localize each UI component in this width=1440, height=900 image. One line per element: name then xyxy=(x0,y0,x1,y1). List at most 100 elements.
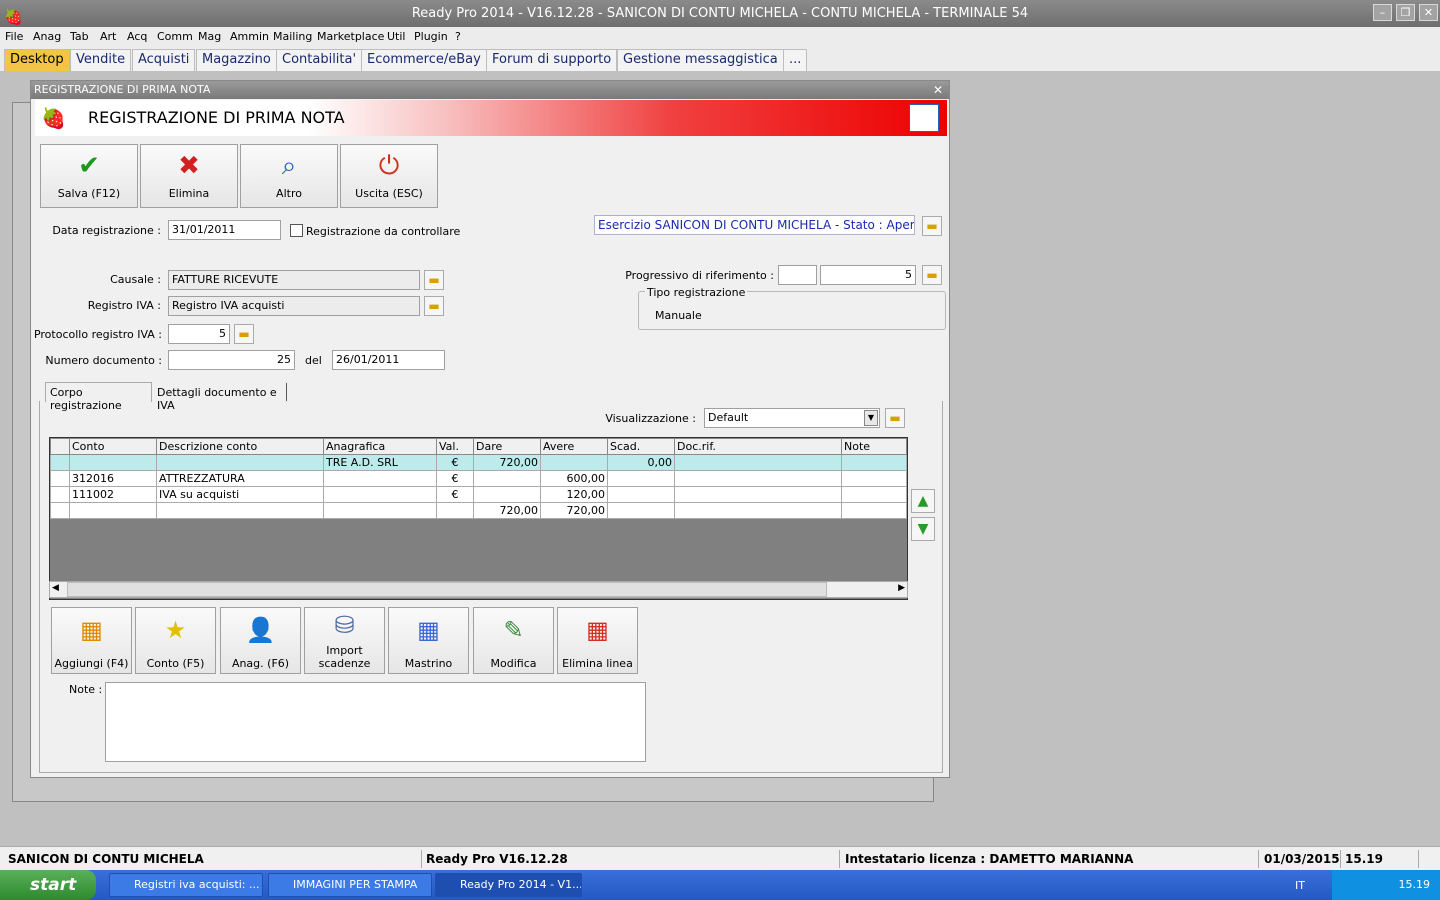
protocollo-input[interactable]: 5 xyxy=(168,324,230,344)
import-scadenze-button[interactable]: ⛁ Import scadenze xyxy=(304,607,385,674)
cell-docrif[interactable] xyxy=(674,470,842,487)
task-folder[interactable]: IMMAGINI PER STAMPA xyxy=(268,873,432,897)
mastrino-button[interactable]: ▦ Mastrino xyxy=(388,607,469,674)
table-row[interactable]: 111002 IVA su acquisti € 120,00 xyxy=(50,486,907,503)
menu-art[interactable]: Art xyxy=(100,30,116,43)
causale-folder-icon[interactable]: ▬ xyxy=(424,270,444,290)
tab-messaggistica[interactable]: Gestione messaggistica xyxy=(617,49,784,71)
cell-conto[interactable]: 312016 xyxy=(69,470,157,487)
scroll-right-icon[interactable]: ▶ xyxy=(898,583,905,593)
menu-ammin[interactable]: Ammin xyxy=(230,30,269,43)
tab-vendite[interactable]: Vendite xyxy=(70,49,132,71)
header-note[interactable]: Note xyxy=(841,438,907,455)
menu-tab[interactable]: Tab xyxy=(70,30,89,43)
tab-contabilita[interactable]: Contabilita' xyxy=(276,49,363,71)
esercizio-folder-icon[interactable]: ▬ xyxy=(922,216,942,236)
modifica-button[interactable]: ✎ Modifica xyxy=(473,607,554,674)
header-docrif[interactable]: Doc.rif. xyxy=(674,438,842,455)
cell-dare[interactable]: 720,00 xyxy=(473,454,541,471)
menu-plugin[interactable]: Plugin xyxy=(414,30,448,43)
protocollo-folder-icon[interactable]: ▬ xyxy=(234,324,254,344)
tab-acquisti[interactable]: Acquisti xyxy=(132,49,196,71)
cell-anagrafica[interactable]: TRE A.D. SRL xyxy=(323,454,437,471)
language-indicator[interactable]: IT xyxy=(1295,879,1305,892)
cell-anagrafica[interactable] xyxy=(323,486,437,503)
tab-more[interactable]: ... xyxy=(783,49,808,71)
progressivo-input[interactable]: 5 xyxy=(820,265,916,285)
delete-button[interactable]: ✖ Elimina xyxy=(140,144,238,208)
chevron-down-icon[interactable]: ▼ xyxy=(864,410,878,426)
tab-forum[interactable]: Forum di supporto xyxy=(486,49,618,71)
cell-note[interactable] xyxy=(841,470,907,487)
causale-field[interactable]: FATTURE RICEVUTE xyxy=(168,270,420,290)
menu-help[interactable]: ? xyxy=(455,30,461,43)
tab-corpo[interactable]: Corpo registrazione xyxy=(45,382,152,412)
header-conto[interactable]: Conto xyxy=(69,438,157,455)
cell-val[interactable]: € xyxy=(436,486,474,503)
cell-val[interactable]: € xyxy=(436,470,474,487)
menu-file[interactable]: File xyxy=(5,30,23,43)
cell-anagrafica[interactable] xyxy=(323,470,437,487)
add-button[interactable]: ▦ Aggiungi (F4) xyxy=(51,607,132,674)
visual-select[interactable]: Default ▼ xyxy=(704,408,880,428)
scroll-left-icon[interactable]: ◀ xyxy=(52,583,59,593)
cell-avere[interactable]: 120,00 xyxy=(540,486,608,503)
data-doc-input[interactable]: 26/01/2011 xyxy=(332,350,445,370)
move-down-icon[interactable]: ▼ xyxy=(911,517,935,541)
cell-dare[interactable] xyxy=(473,486,541,503)
progressivo-prefix-input[interactable] xyxy=(778,265,817,285)
numdoc-input[interactable]: 25 xyxy=(168,350,295,370)
tab-dettagli[interactable]: Dettagli documento e IVA xyxy=(153,383,287,412)
cell-docrif[interactable] xyxy=(674,454,842,471)
scroll-thumb[interactable] xyxy=(67,582,827,597)
menu-acq[interactable]: Acq xyxy=(127,30,147,43)
registro-folder-icon[interactable]: ▬ xyxy=(424,296,444,316)
cell-note[interactable] xyxy=(841,486,907,503)
dialog-close-icon[interactable]: ✕ xyxy=(933,83,943,97)
visual-folder-icon[interactable]: ▬ xyxy=(885,408,905,428)
progressivo-folder-icon[interactable]: ▬ xyxy=(922,265,942,285)
registro-field[interactable]: Registro IVA acquisti xyxy=(168,296,420,316)
cell-descrizione[interactable]: ATTREZZATURA xyxy=(156,470,324,487)
menu-anag[interactable]: Anag xyxy=(33,30,61,43)
close-button[interactable]: ✕ xyxy=(1419,4,1438,21)
menu-marketplace[interactable]: Marketplace xyxy=(317,30,384,43)
tab-desktop[interactable]: Desktop xyxy=(4,49,70,71)
menu-mag[interactable]: Mag xyxy=(198,30,221,43)
anag-button[interactable]: 👤 Anag. (F6) xyxy=(220,607,301,674)
data-registrazione-input[interactable]: 31/01/2011 xyxy=(168,220,281,240)
exit-button[interactable]: ⏻ Uscita (ESC) xyxy=(340,144,438,208)
calendar-icon[interactable] xyxy=(909,104,939,132)
table-row[interactable]: TRE A.D. SRL € 720,00 0,00 xyxy=(50,454,907,471)
header-avere[interactable]: Avere xyxy=(540,438,608,455)
cell-scad[interactable]: 0,00 xyxy=(607,454,675,471)
cell-dare[interactable] xyxy=(473,470,541,487)
cell-avere[interactable]: 600,00 xyxy=(540,470,608,487)
save-button[interactable]: ✔ Salva (F12) xyxy=(40,144,138,208)
note-textarea[interactable] xyxy=(105,682,646,762)
conto-button[interactable]: ★ Conto (F5) xyxy=(135,607,216,674)
move-up-icon[interactable]: ▲ xyxy=(911,489,935,513)
other-button[interactable]: ⌕ Altro xyxy=(240,144,338,208)
menu-mailing[interactable]: Mailing xyxy=(273,30,312,43)
header-descrizione[interactable]: Descrizione conto xyxy=(156,438,324,455)
cell-avere[interactable] xyxy=(540,454,608,471)
header-dare[interactable]: Dare xyxy=(473,438,541,455)
cell-descrizione[interactable]: IVA su acquisti xyxy=(156,486,324,503)
cell-descrizione[interactable] xyxy=(156,454,324,471)
restore-button[interactable]: ❐ xyxy=(1396,4,1415,21)
cell-conto[interactable] xyxy=(69,454,157,471)
task-chrome[interactable]: Registri iva acquisti: ... xyxy=(109,873,263,897)
menu-comm[interactable]: Comm xyxy=(157,30,193,43)
tray-clock[interactable]: 15.19 xyxy=(1399,878,1431,891)
tab-magazzino[interactable]: Magazzino xyxy=(196,49,277,71)
cell-scad[interactable] xyxy=(607,486,675,503)
cell-note[interactable] xyxy=(841,454,907,471)
start-button[interactable]: start xyxy=(0,870,96,900)
table-row[interactable]: 312016 ATTREZZATURA € 600,00 xyxy=(50,470,907,487)
grid-hscrollbar[interactable]: ◀ ▶ xyxy=(49,581,908,598)
cell-scad[interactable] xyxy=(607,470,675,487)
header-val[interactable]: Val. xyxy=(436,438,474,455)
da-controllare-checkbox[interactable] xyxy=(290,224,303,237)
header-anagrafica[interactable]: Anagrafica xyxy=(323,438,437,455)
